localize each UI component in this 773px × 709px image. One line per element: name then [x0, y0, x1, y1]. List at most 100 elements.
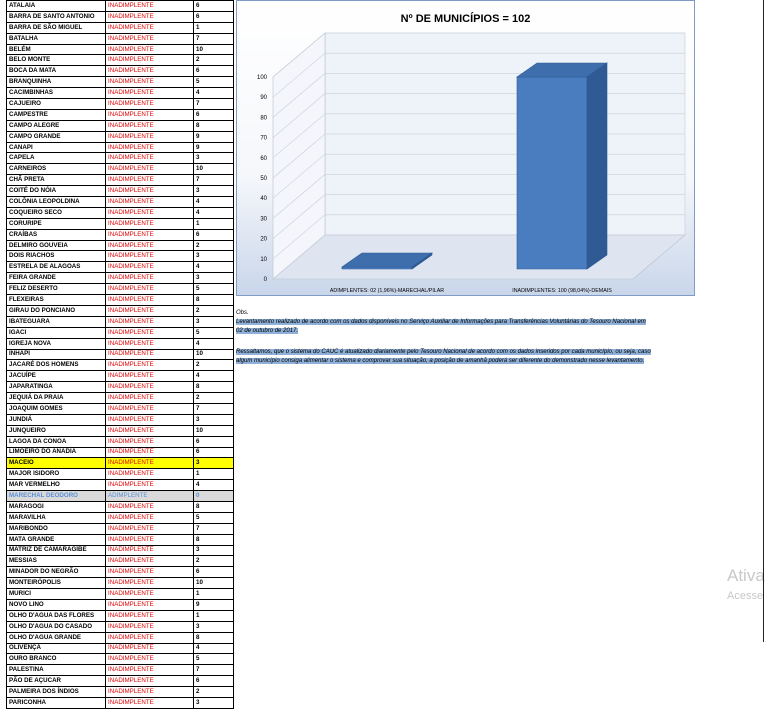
count-cell: 5: [193, 511, 234, 524]
municipality-cell: OLHO D'AGUA GRANDE: [6, 631, 106, 644]
table-row: INHAPI INADIMPLENTE 10: [6, 348, 234, 361]
table-row: OLIVENÇA INADIMPLENTE 4: [6, 642, 234, 655]
status-cell: INADIMPLENTE: [105, 686, 194, 698]
count-cell: 2: [193, 555, 234, 568]
status-cell: INADIMPLENTE: [105, 294, 194, 306]
status-cell: INADIMPLENTE: [105, 152, 194, 165]
table-row: CORURIPE INADIMPLENTE 1: [6, 217, 234, 230]
table-row: MACEIO INADIMPLENTE 3: [6, 457, 234, 470]
municipality-cell: DOIS RIACHOS: [6, 250, 106, 263]
obs-label: Obs.: [236, 310, 249, 316]
table-row: MONTEIRÓPOLIS INADIMPLENTE 10: [6, 577, 234, 590]
count-cell: 4: [193, 642, 234, 655]
count-cell: 2: [193, 392, 234, 404]
municipality-cell: NOVO LINO: [6, 598, 106, 611]
status-cell: INADIMPLENTE: [105, 609, 194, 622]
count-cell: 8: [193, 381, 234, 394]
table-row: CAPELA INADIMPLENTE 3: [6, 152, 234, 165]
municipality-cell: JAPARATINGA: [6, 381, 106, 394]
municipality-cell: CARNEIROS: [6, 163, 106, 176]
count-cell: 9: [193, 130, 234, 143]
table-row: MARAGOGI INADIMPLENTE 8: [6, 500, 234, 513]
table-row: CAMPO ALEGRE INADIMPLENTE 8: [6, 119, 234, 132]
status-cell: INADIMPLENTE: [105, 348, 194, 361]
municipality-cell: ESTRELA DE ALAGOAS: [6, 261, 106, 274]
count-cell: 6: [193, 228, 234, 241]
count-cell: 8: [193, 294, 234, 306]
municipality-cell: IGACI: [6, 326, 106, 339]
municipality-cell: OURO BRANCO: [6, 653, 106, 666]
municipality-cell: COQUEIRO SECO: [6, 206, 106, 219]
table-row: COLÔNIA LEOPOLDINA INADIMPLENTE 4: [6, 196, 234, 208]
status-cell: INADIMPLENTE: [105, 98, 194, 110]
status-cell: INADIMPLENTE: [105, 522, 194, 535]
status-cell: INADIMPLENTE: [105, 283, 194, 296]
table-row: BATALHA INADIMPLENTE 7: [6, 32, 234, 45]
count-cell: 10: [193, 577, 234, 590]
obs-line-3: Ressaltamos, que o sistema do CAUC é atu…: [236, 349, 651, 355]
watermark-title: Ativa: [727, 566, 765, 585]
table-row: CAJUEIRO INADIMPLENTE 7: [6, 98, 234, 110]
count-cell: 3: [193, 413, 234, 426]
table-row: MAJOR ISIDORO INADIMPLENTE 1: [6, 468, 234, 481]
count-cell: 3: [193, 620, 234, 633]
status-cell: INADIMPLENTE: [105, 435, 194, 448]
table-row: CAMPESTRE INADIMPLENTE 6: [6, 108, 234, 121]
status-cell: INADIMPLENTE: [105, 261, 194, 274]
municipality-cell: MARIBONDO: [6, 522, 106, 535]
count-cell: 2: [193, 304, 234, 317]
table-row: MARAVILHA INADIMPLENTE 5: [6, 511, 234, 524]
status-cell: INADIMPLENTE: [105, 479, 194, 492]
count-cell: 3: [193, 250, 234, 263]
municipality-cell: OLHO D'AGUA DO CASADO: [6, 620, 106, 633]
table-row: BARRA DE SÃO MIGUEL INADIMPLENTE 1: [6, 21, 234, 34]
count-cell: 10: [193, 43, 234, 56]
status-cell: INADIMPLENTE: [105, 402, 194, 415]
table-row: GIRAU DO PONCIANO INADIMPLENTE 2: [6, 304, 234, 317]
bar-front: [516, 76, 588, 270]
table-row: MURICI INADIMPLENTE 1: [6, 588, 234, 600]
table-row: MATA GRANDE INADIMPLENTE 8: [6, 533, 234, 546]
status-cell: INADIMPLENTE: [105, 500, 194, 513]
status-cell: INADIMPLENTE: [105, 457, 194, 470]
municipality-cell: BARRA DE SÃO MIGUEL: [6, 21, 106, 34]
chart-floor: [272, 234, 686, 280]
municipality-cell: FEIRA GRANDE: [6, 272, 106, 285]
status-cell: INADIMPLENTE: [105, 10, 194, 23]
table-row: BELÉM INADIMPLENTE 10: [6, 43, 234, 56]
status-cell: INADIMPLENTE: [105, 620, 194, 633]
municipality-cell: LIMOEIRO DO ANADIA: [6, 446, 106, 459]
municipality-cell: LAGOA DA CONOA: [6, 435, 106, 448]
status-cell: INADIMPLENTE: [105, 250, 194, 263]
municipality-cell: MATRIZ DE CAMARAGIBE: [6, 544, 106, 557]
count-cell: 5: [193, 283, 234, 296]
status-cell: INADIMPLENTE: [105, 577, 194, 590]
municipality-cell: FLEXEIRAS: [6, 294, 106, 306]
table-row: LAGOA DA CONOA INADIMPLENTE 6: [6, 435, 234, 448]
count-cell: 10: [193, 163, 234, 176]
municipality-cell: COLÔNIA LEOPOLDINA: [6, 196, 106, 208]
count-cell: 6: [193, 566, 234, 579]
y-tick-label: 70: [260, 136, 267, 142]
count-cell: 6: [193, 446, 234, 459]
status-cell: INADIMPLENTE: [105, 326, 194, 339]
count-cell: 2: [193, 686, 234, 698]
status-cell: INADIMPLENTE: [105, 315, 194, 328]
municipality-cell: JUNQUEIRO: [6, 424, 106, 437]
count-cell: 2: [193, 54, 234, 67]
count-cell: 4: [193, 206, 234, 219]
count-cell: 6: [193, 675, 234, 688]
count-cell: 6: [193, 435, 234, 448]
table-row: PALESTINA INADIMPLENTE 7: [6, 664, 234, 677]
table-row: FEIRA GRANDE INADIMPLENTE 3: [6, 272, 234, 285]
chart-plot: 0 10 20 30 40 50 60 70 80 90 100 ADIMPLENTES: 02 (1…: [257, 32, 686, 294]
count-cell: 5: [193, 326, 234, 339]
count-cell: 4: [193, 196, 234, 208]
status-cell: INADIMPLENTE: [105, 598, 194, 611]
table-row: MARIBONDO INADIMPLENTE 7: [6, 522, 234, 535]
table-row: CACIMBINHAS INADIMPLENTE 4: [6, 87, 234, 100]
municipality-cell: BARRA DE SANTO ANTONIO: [6, 10, 106, 23]
count-cell: 9: [193, 598, 234, 611]
table-row: PALMEIRA DOS ÍNDIOS INADIMPLENTE 2: [6, 686, 234, 698]
count-cell: 3: [193, 272, 234, 285]
